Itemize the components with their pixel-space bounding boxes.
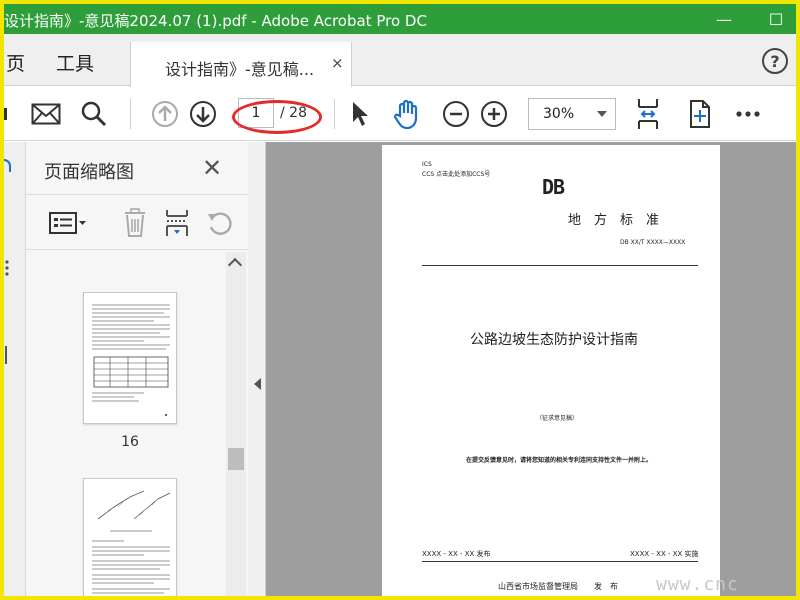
close-panel-button[interactable]: ✕ [202, 154, 222, 182]
search-icon[interactable] [76, 96, 112, 132]
thumbnail-panel: 页面缩略图 ✕ 15 [26, 142, 248, 596]
toolbar-separator [334, 99, 335, 129]
panel-toolbar [26, 194, 248, 250]
tab-home[interactable]: 页 [6, 49, 25, 76]
window-title: 设计指南》-意见稿2024.07 (1).pdf - Adobe Acrobat… [4, 12, 427, 30]
options-menu-icon[interactable] [46, 207, 90, 239]
page-down-icon[interactable] [186, 96, 220, 132]
chevron-down-icon [597, 111, 607, 117]
zoom-value: 30% [543, 106, 575, 122]
thumbnail-list: 15 16 [26, 252, 226, 596]
document-view[interactable]: ICS CCS 点击此处添加CCS号 DB 地 方 标 准 DB XX/T XX… [248, 142, 796, 596]
ccs-label: CCS 点击此处添加CCS号 [422, 171, 491, 178]
ics-label: ICS [422, 161, 432, 168]
thumbnail-content [92, 304, 170, 416]
publish-date: XXXX - XX - XX 发布 [422, 550, 491, 558]
minimize-button[interactable]: — [704, 4, 744, 34]
mail-icon[interactable] [28, 96, 64, 132]
collapse-panel-icon[interactable] [254, 378, 261, 390]
acrobat-window: 设计指南》-意见稿2024.07 (1).pdf - Adobe Acrobat… [4, 4, 796, 596]
hand-tool-icon[interactable] [390, 96, 424, 132]
left-rail [4, 142, 26, 596]
maximize-button[interactable]: ☐ [756, 4, 796, 34]
panel-splitter[interactable] [248, 142, 266, 596]
watermark-text: www.cnc [656, 574, 739, 595]
thumbnail-page-number: 15 [80, 252, 180, 256]
thumbnail-scrollbar[interactable] [226, 252, 246, 596]
feedback-note: 在提交反馈意见时，请将您知道的相关专利连同支持性文件一并附上。 [466, 457, 653, 464]
footer-rule [422, 561, 698, 562]
db-logo: DB [542, 175, 565, 199]
panel-title: 页面缩略图 [44, 162, 134, 183]
title-bar: 设计指南》-意见稿2024.07 (1).pdf - Adobe Acrobat… [4, 4, 796, 34]
fit-page-icon[interactable] [632, 96, 664, 132]
tab-document[interactable]: 设计指南》-意见稿... × [130, 42, 352, 87]
thumbnail-page[interactable] [83, 292, 177, 424]
zoom-out-icon[interactable] [440, 96, 472, 132]
standard-code: DB XX/T XXXX—XXXX [620, 239, 686, 246]
select-cursor-icon[interactable] [346, 96, 374, 132]
toolbar-overflow-icon[interactable] [4, 96, 10, 132]
document-title: 公路边坡生态防护设计指南 [470, 332, 638, 348]
delete-icon[interactable] [118, 207, 152, 239]
thumbnail-page-number: 16 [121, 434, 139, 450]
publisher: 山西省市场监督管理局 发 布 [498, 582, 618, 591]
rail-icons [4, 159, 11, 364]
document-tab-label: 设计指南》-意见稿... [165, 60, 315, 79]
implement-date: XXXX - XX - XX 实施 [630, 550, 699, 558]
main-toolbar: 1 / 28 30% [4, 87, 796, 141]
more-icon[interactable] [732, 96, 764, 132]
thumbnail-content [92, 490, 171, 594]
standard-type: 地 方 标 准 [568, 213, 660, 228]
annotation-ring [232, 100, 322, 134]
tab-tools[interactable]: 工具 [56, 49, 94, 76]
header-rule [422, 265, 698, 266]
zoom-in-icon[interactable] [478, 96, 510, 132]
help-button[interactable]: ? [762, 48, 788, 74]
scroll-up-icon[interactable] [227, 257, 243, 273]
tab-bar: 页 工具 设计指南》-意见稿... × ? [4, 34, 796, 87]
pdf-page: ICS CCS 点击此处添加CCS号 DB 地 方 标 准 DB XX/T XX… [382, 145, 720, 596]
undo-icon[interactable] [202, 207, 236, 239]
thumbnail-page[interactable] [83, 478, 177, 596]
draft-note: （征求意见稿） [536, 415, 579, 422]
page-up-icon[interactable] [148, 96, 182, 132]
scrollbar-thumb[interactable] [228, 448, 244, 470]
toolbar-separator [130, 99, 131, 129]
zoom-dropdown[interactable]: 30% [528, 98, 616, 130]
rotate-view-icon[interactable] [684, 96, 716, 132]
insert-page-icon[interactable] [160, 207, 194, 239]
close-tab-button[interactable]: × [331, 54, 344, 72]
